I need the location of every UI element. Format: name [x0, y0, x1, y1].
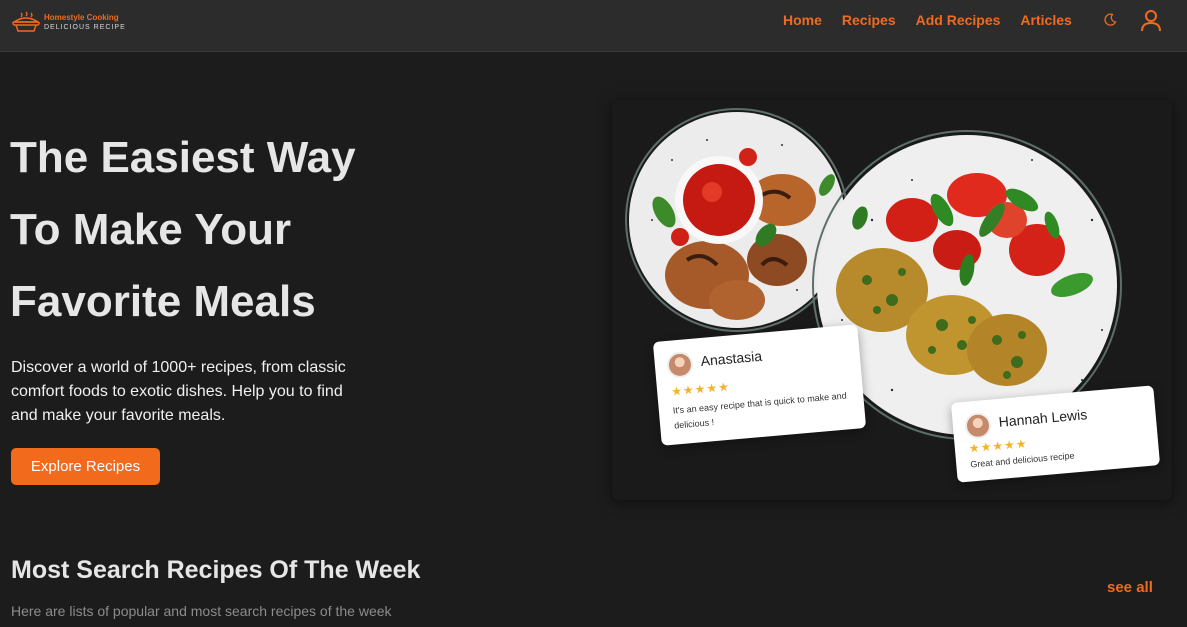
section-title: Most Search Recipes Of The Week	[11, 556, 421, 584]
reviewer-name: Hannah Lewis	[998, 406, 1088, 430]
user-icon[interactable]	[1140, 9, 1162, 33]
brand-text: Homestyle Cooking DELICIOUS RECIPE	[44, 12, 126, 31]
moon-icon[interactable]	[1103, 13, 1117, 27]
explore-recipes-button[interactable]: Explore Recipes	[11, 448, 160, 485]
section-subtitle: Here are lists of popular and most searc…	[11, 603, 392, 619]
nav-link-articles[interactable]: Articles	[1020, 11, 1071, 29]
hero-title-line: The Easiest Way	[10, 133, 356, 182]
brand-tagline: DELICIOUS RECIPE	[44, 23, 126, 31]
rating-stars: ★★★★★	[670, 379, 731, 399]
top-navbar: Homestyle Cooking DELICIOUS RECIPE Home …	[0, 0, 1187, 52]
hero-title-line: To Make Your	[10, 205, 292, 254]
main-nav: Home Recipes Add Recipes Articles	[783, 11, 1092, 29]
nav-link-home[interactable]: Home	[783, 11, 822, 29]
hero-description: Discover a world of 1000+ recipes, from …	[11, 359, 346, 424]
review-card: Anastasia ★★★★★ It's an easy recipe that…	[652, 324, 867, 446]
nav-link-recipes[interactable]: Recipes	[842, 11, 896, 29]
brand-name: Homestyle Cooking	[44, 12, 119, 22]
avatar	[963, 411, 993, 440]
see-all-link[interactable]: see all	[1107, 579, 1153, 596]
cooking-pot-icon	[11, 11, 41, 32]
hero-image-card: Anastasia ★★★★★ It's an easy recipe that…	[612, 100, 1172, 500]
brand-logo[interactable]: Homestyle Cooking DELICIOUS RECIPE	[10, 9, 126, 35]
nav-link-add-recipes[interactable]: Add Recipes	[916, 11, 1001, 29]
hero-title: The Easiest Way To Make Your Favorite Me…	[10, 122, 430, 338]
avatar	[665, 350, 695, 379]
reviewer-name: Anastasia	[699, 347, 763, 370]
hero-title-line: Favorite Meals	[10, 277, 316, 326]
